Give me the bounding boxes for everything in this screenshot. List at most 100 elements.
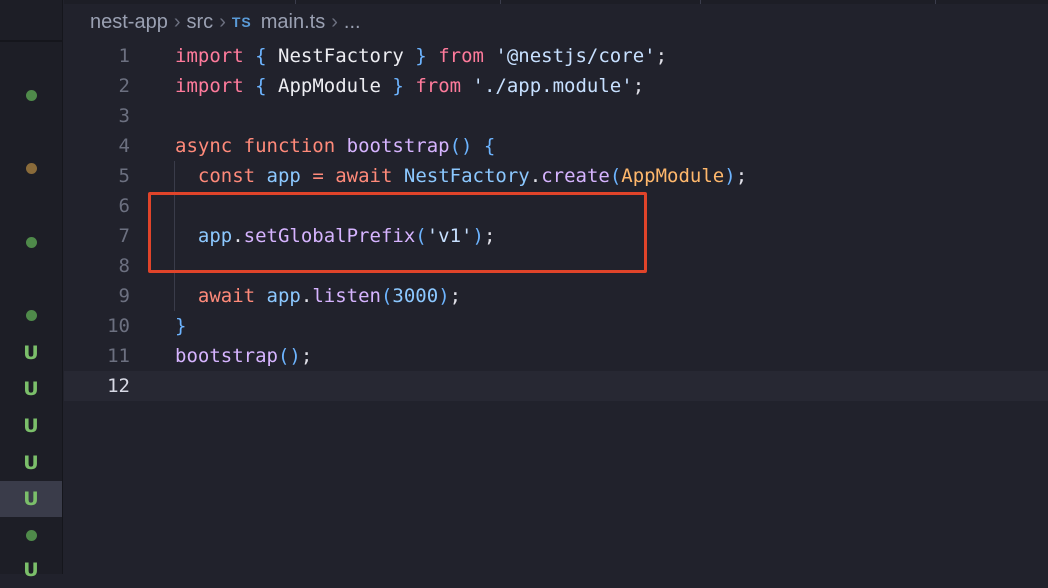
token-keyword: await bbox=[335, 165, 393, 187]
line-number: 5 bbox=[118, 165, 130, 187]
token-string: '@nestjs/core' bbox=[495, 45, 656, 67]
token-parens: () bbox=[449, 135, 473, 157]
code-line[interactable]: 11 bootstrap(); bbox=[64, 341, 1048, 371]
code-text: } bbox=[175, 311, 186, 341]
git-dot-icon bbox=[25, 529, 37, 541]
token-keyword: const bbox=[197, 165, 256, 187]
code-text: const app = await NestFactory.create(App… bbox=[175, 161, 747, 191]
code-line[interactable]: 5 const app = await NestFactory.create(A… bbox=[64, 161, 1048, 191]
token-paren: ( bbox=[380, 285, 393, 307]
line-number: 3 bbox=[118, 105, 130, 127]
explorer-sidebar: U U U U U U bbox=[0, 0, 63, 581]
token-function: bootstrap bbox=[346, 135, 450, 157]
token-punctuation: . bbox=[300, 285, 313, 307]
git-status-untracked-selected[interactable]: U bbox=[0, 481, 62, 517]
token-variable: app bbox=[266, 285, 301, 307]
token-number: 3000 bbox=[392, 285, 439, 307]
untracked-badge: U bbox=[23, 559, 39, 581]
line-number: 11 bbox=[107, 345, 130, 367]
token-identifier: NestFactory bbox=[278, 45, 404, 67]
line-number: 10 bbox=[107, 315, 130, 337]
token-punctuation: . bbox=[529, 165, 542, 187]
breadcrumb: nest-app › src › TS main.ts › ... bbox=[90, 10, 361, 34]
breadcrumb-folder[interactable]: src bbox=[187, 11, 214, 34]
git-dot-icon bbox=[25, 236, 37, 248]
code-text: import { NestFactory } from '@nestjs/cor… bbox=[175, 41, 667, 71]
line-number: 4 bbox=[118, 135, 130, 157]
breadcrumb-more[interactable]: ... bbox=[344, 11, 361, 34]
token-variable: app bbox=[266, 165, 301, 187]
token-keyword: from bbox=[438, 45, 484, 67]
git-status-untracked-2[interactable]: U bbox=[0, 371, 62, 407]
git-dot-icon bbox=[25, 309, 37, 321]
breadcrumb-project[interactable]: nest-app bbox=[90, 11, 168, 34]
code-text: await app.listen(3000); bbox=[175, 281, 461, 311]
breadcrumb-file[interactable]: main.ts bbox=[261, 11, 325, 34]
code-line-current[interactable]: 12 bbox=[64, 371, 1048, 401]
untracked-badge: U bbox=[23, 342, 39, 364]
untracked-badge: U bbox=[23, 452, 39, 474]
git-dot-icon bbox=[25, 162, 37, 174]
git-status-modified-5[interactable] bbox=[0, 517, 62, 553]
code-line[interactable]: 9 await app.listen(3000); bbox=[64, 281, 1048, 311]
line-number: 1 bbox=[118, 45, 130, 67]
chevron-right-icon: › bbox=[331, 10, 338, 33]
git-dot-icon bbox=[25, 89, 37, 101]
line-number: 7 bbox=[118, 225, 130, 247]
token-paren: ) bbox=[438, 285, 450, 307]
token-punctuation: ; bbox=[735, 165, 748, 187]
git-status-untracked-4[interactable]: U bbox=[0, 445, 62, 481]
token-keyword: from bbox=[415, 75, 462, 97]
code-line[interactable]: 10 } bbox=[64, 311, 1048, 341]
git-status-untracked-6[interactable]: U bbox=[0, 552, 62, 588]
token-keyword: import bbox=[175, 45, 244, 67]
token-brace: { bbox=[255, 75, 267, 97]
token-keyword: function bbox=[243, 135, 336, 157]
token-method: listen bbox=[312, 285, 381, 307]
token-identifier: AppModule bbox=[278, 75, 381, 97]
untracked-badge: U bbox=[23, 378, 39, 400]
git-status-untracked-1[interactable]: U bbox=[0, 335, 62, 371]
line-number: 9 bbox=[118, 285, 130, 307]
token-brace: { bbox=[483, 135, 496, 157]
line-number: 6 bbox=[118, 195, 130, 217]
line-number: 2 bbox=[118, 75, 130, 97]
code-line[interactable]: 2 import { AppModule } from './app.modul… bbox=[64, 71, 1048, 101]
code-line[interactable]: 1 import { NestFactory } from '@nestjs/c… bbox=[64, 41, 1048, 71]
token-punctuation: ; bbox=[300, 345, 313, 367]
code-text: async function bootstrap() { bbox=[175, 131, 495, 161]
token-brace: } bbox=[392, 75, 404, 97]
code-line[interactable]: 3 bbox=[64, 101, 1048, 131]
token-brace: { bbox=[255, 45, 267, 67]
token-paren: ( bbox=[609, 165, 622, 187]
chevron-right-icon: › bbox=[173, 10, 181, 33]
git-status-untracked-3[interactable]: U bbox=[0, 408, 62, 444]
token-method: create bbox=[541, 165, 610, 187]
code-text: bootstrap(); bbox=[175, 341, 312, 371]
token-keyword: async bbox=[175, 135, 233, 157]
chevron-right-icon: › bbox=[219, 10, 226, 33]
git-status-modified-1[interactable] bbox=[0, 77, 62, 113]
git-status-modified-2[interactable] bbox=[0, 150, 62, 186]
line-number: 12 bbox=[107, 375, 130, 397]
explorer-divider bbox=[0, 40, 62, 42]
code-text: import { AppModule } from './app.module'… bbox=[175, 71, 644, 101]
git-status-modified-4[interactable] bbox=[0, 297, 62, 333]
untracked-badge: U bbox=[23, 488, 39, 510]
token-function: bootstrap bbox=[175, 345, 278, 367]
token-parens: () bbox=[277, 345, 301, 367]
code-line[interactable]: 4 async function bootstrap() { bbox=[64, 131, 1048, 161]
token-operator: = bbox=[312, 165, 324, 187]
token-class: AppModule bbox=[621, 165, 725, 187]
token-paren: ) bbox=[724, 165, 736, 187]
git-status-modified-3[interactable] bbox=[0, 224, 62, 260]
token-brace: } bbox=[415, 45, 427, 67]
token-class: NestFactory bbox=[403, 165, 530, 187]
token-punctuation: ; bbox=[655, 45, 668, 67]
token-string: './app.module' bbox=[472, 75, 633, 97]
token-keyword: import bbox=[175, 75, 244, 97]
typescript-file-icon: TS bbox=[231, 14, 252, 30]
highlight-annotation-box bbox=[148, 192, 647, 273]
line-number: 8 bbox=[118, 255, 130, 277]
token-punctuation: ; bbox=[632, 75, 645, 97]
